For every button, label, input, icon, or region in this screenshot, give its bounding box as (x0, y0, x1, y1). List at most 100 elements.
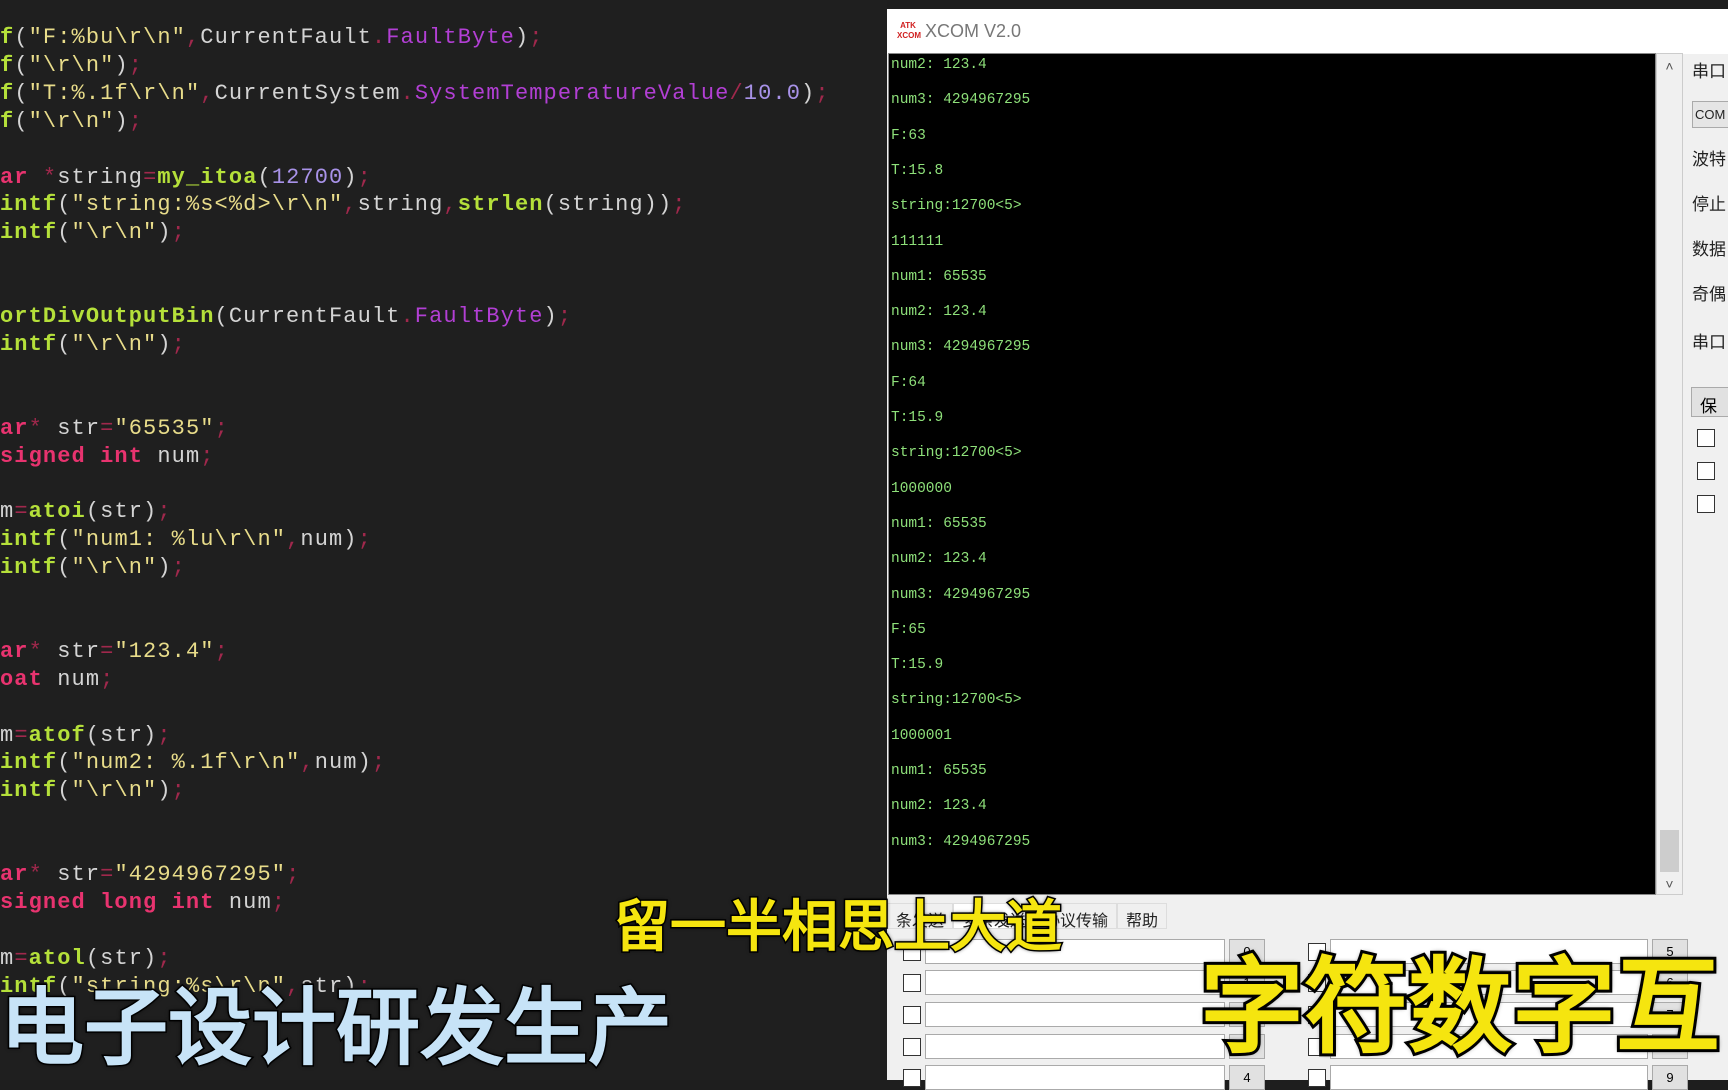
receive-line: T:15.8 (891, 162, 944, 179)
save-button[interactable]: 保 (1691, 387, 1728, 417)
code-token: atof (28, 722, 86, 748)
receive-line: 1000000 (891, 480, 952, 497)
title-bar: ATK XCOM XCOM V2.0 (887, 9, 1728, 54)
code-token: my_itoa (157, 164, 258, 190)
option-checkbox-1[interactable] (1697, 429, 1715, 447)
code-token: "\r\n" (71, 331, 158, 357)
code-token: ; (171, 220, 186, 246)
receive-line: 111111 (891, 233, 944, 250)
code-line: f("F:%bu\r\n",CurrentFault.FaultByte); (0, 24, 544, 52)
multi-send-checkbox[interactable] (903, 1006, 921, 1024)
receive-line: num3: 4294967295 (891, 833, 1031, 850)
caption-right: 字符数字互 (1197, 946, 1723, 1068)
code-token: ; (815, 80, 830, 106)
code-token: "num2: %.1f\r\n" (71, 750, 301, 776)
code-token: ; (157, 499, 172, 525)
code-token: . (400, 304, 415, 329)
code-token: ; (171, 555, 186, 581)
code-token: FaultByte (414, 304, 544, 329)
code-line: intf("string:%s<%d>\r\n",string,strlen(s… (0, 191, 687, 219)
multi-send-input[interactable] (925, 1034, 1225, 1059)
code-token: f (0, 52, 15, 78)
code-token: "\r\n" (71, 555, 158, 581)
receive-scrollbar[interactable]: ˄ ˅ (1656, 53, 1683, 895)
receive-line: num2: 123.4 (891, 551, 987, 568)
code-token: "4294967295" (114, 862, 287, 887)
code-token: strlen (457, 192, 544, 218)
multi-send-checkbox[interactable] (1308, 1069, 1326, 1087)
multi-send-checkbox[interactable] (903, 1038, 921, 1056)
scroll-up-icon[interactable]: ˄ (1657, 58, 1682, 74)
code-token: f (0, 108, 15, 134)
code-token: f (0, 25, 15, 50)
multi-send-input[interactable] (925, 1065, 1225, 1090)
code-token: (CurrentFault (214, 304, 401, 329)
code-token: ; (529, 25, 544, 50)
code-line: m=atof(str); (0, 722, 172, 750)
caption-left: 电子设计研发生产 (0, 979, 674, 1077)
receive-line: num2: 123.4 (891, 798, 987, 815)
code-token: num) (314, 750, 372, 776)
code-token: intf (0, 555, 58, 581)
code-token: ; (100, 666, 115, 692)
code-token: (str) (85, 722, 158, 748)
code-token: intf (0, 220, 58, 246)
multi-send-input[interactable] (925, 970, 1225, 995)
tab-help[interactable]: 帮助 (1117, 903, 1168, 930)
code-line: f("\r\n"); (0, 108, 143, 136)
multi-send-checkbox[interactable] (903, 1069, 921, 1087)
code-token: string (357, 192, 444, 218)
code-token: "F:%bu\r\n" (28, 25, 186, 50)
code-token: ( (14, 108, 29, 134)
code-token: , (286, 527, 301, 553)
code-token: "123.4" (114, 638, 215, 664)
code-line: intf("num2: %.1f\r\n",num); (0, 749, 386, 777)
receive-line: num1: 65535 (891, 763, 987, 779)
code-token: * (42, 164, 58, 190)
receive-area[interactable]: num2: 123.4 num3: 4294967295 F:63 T:15.8 str… (888, 53, 1656, 895)
caption-top: 留一半相思上大道 (613, 895, 1064, 960)
code-token: ar (0, 638, 29, 664)
scroll-down-icon[interactable]: ˅ (1657, 876, 1682, 892)
multi-send-input[interactable] (925, 1002, 1225, 1027)
code-token: num (42, 666, 101, 692)
code-token: , (200, 80, 215, 106)
code-token: ) (343, 164, 358, 190)
code-token: = (143, 164, 158, 190)
receive-line: num3: 4294967295 (891, 92, 1031, 109)
code-token: ( (14, 80, 29, 106)
multi-send-checkbox[interactable] (903, 974, 921, 992)
code-line: ar* str="65535"; (0, 415, 229, 443)
scroll-thumb[interactable] (1660, 830, 1679, 872)
code-token: = (14, 945, 29, 971)
code-token: . (400, 80, 415, 106)
code-token: intf (0, 331, 58, 357)
code-token: ) (114, 108, 129, 134)
code-token: atol (28, 945, 86, 971)
com-port-select[interactable]: COM (1692, 101, 1728, 128)
code-token: . (371, 25, 387, 50)
code-token: ( (57, 555, 72, 581)
multi-send-button[interactable]: 9 (1652, 1065, 1688, 1090)
window-title: XCOM V2.0 (925, 21, 1022, 41)
code-token: ; (214, 415, 229, 441)
code-token: ; (128, 108, 144, 134)
code-token: ( (57, 192, 72, 218)
option-checkbox-2[interactable] (1697, 462, 1715, 480)
code-line: f("T:%.1f\r\n",CurrentSystem.SystemTempe… (0, 80, 830, 108)
code-token: num) (300, 527, 358, 553)
code-token: intf (0, 750, 58, 776)
code-token: * (28, 415, 43, 441)
code-token: , (185, 25, 201, 50)
code-token: f (0, 80, 15, 106)
stop-bits-label: 停止 (1692, 195, 1726, 214)
code-line: signed long int num; (0, 889, 286, 917)
multi-send-button[interactable]: 4 (1229, 1065, 1265, 1090)
multi-send-input[interactable] (1330, 1065, 1648, 1090)
code-line: ortDivOutputBin(CurrentFault.FaultByte); (0, 303, 572, 331)
receive-line: string:12700<5> (891, 692, 1022, 709)
code-token: signed int (0, 443, 144, 469)
receive-line: num3: 4294967295 (891, 339, 1031, 356)
code-token: = (14, 499, 29, 525)
option-checkbox-3[interactable] (1697, 495, 1715, 513)
